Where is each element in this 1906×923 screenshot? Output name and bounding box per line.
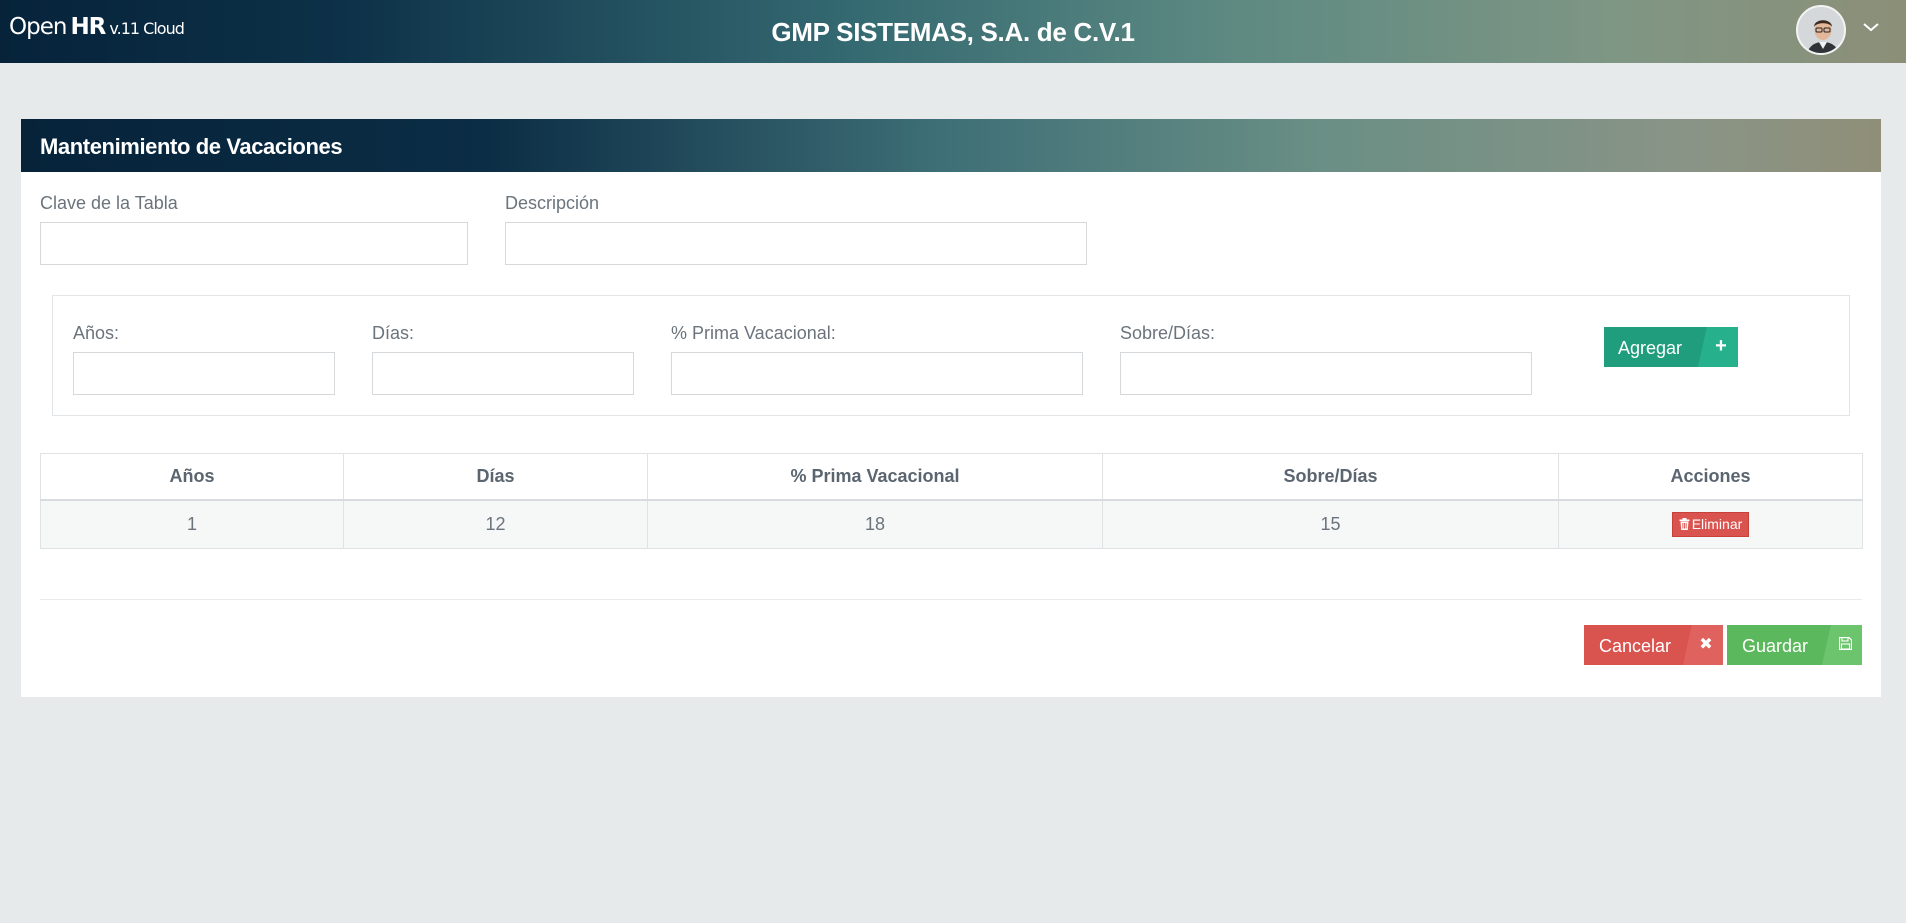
column-header-acciones: Acciones (1558, 453, 1863, 501)
descripcion-input[interactable] (505, 222, 1087, 265)
panel-heading: Mantenimiento de Vacaciones (21, 119, 1881, 172)
clave-input[interactable] (40, 222, 468, 265)
clave-label: Clave de la Tabla (40, 193, 178, 213)
save-icon (1822, 625, 1862, 665)
company-name: GMP SISTEMAS, S.A. de C.V.1 (771, 17, 1135, 47)
cell-anios: 1 (40, 499, 344, 549)
cell-sobre: 15 (1102, 499, 1559, 549)
dias-input[interactable] (372, 352, 634, 395)
plus-icon: + (1698, 327, 1738, 367)
prima-input[interactable] (671, 352, 1083, 395)
cancel-button[interactable]: Cancelar ✖ (1584, 625, 1723, 665)
save-button-label: Guardar (1742, 636, 1809, 656)
anios-label: Años: (73, 323, 120, 343)
trash-icon (1679, 517, 1690, 530)
table-header-row: Años Días % Prima Vacacional Sobre/Días … (40, 453, 1863, 501)
sobre-input[interactable] (1120, 352, 1532, 395)
chevron-down-icon[interactable] (1862, 18, 1880, 36)
column-header-prima[interactable]: % Prima Vacacional (647, 453, 1103, 501)
delete-button-label: Eliminar (1691, 515, 1743, 532)
user-avatar[interactable] (1796, 5, 1846, 55)
cancel-button-label: Cancelar (1599, 636, 1672, 656)
top-navbar: Open HR v.11 Cloud GMP SISTEMAS, S.A. de C… (0, 0, 1906, 63)
add-button[interactable]: Agregar + (1604, 327, 1738, 367)
panel-title: Mantenimiento de Vacaciones (40, 134, 343, 159)
footer-divider (40, 599, 1862, 600)
save-button[interactable]: Guardar (1727, 625, 1862, 665)
vacation-maintenance-panel: Mantenimiento de Vacaciones Clave de la … (21, 119, 1881, 697)
table-row: 1 12 18 15 Eliminar (40, 499, 1863, 549)
close-icon: ✖ (1683, 625, 1723, 665)
anios-input[interactable] (73, 352, 335, 395)
prima-label: % Prima Vacacional: (671, 323, 836, 343)
vacation-table: Años Días % Prima Vacacional Sobre/Días … (40, 453, 1863, 549)
add-button-label: Agregar (1618, 338, 1683, 358)
detail-entry-box: Años: Días: % Prima Vacacional: Sobre/Dí… (52, 295, 1850, 416)
delete-button[interactable]: Eliminar (1671, 511, 1750, 537)
column-header-anios[interactable]: Años (40, 453, 344, 501)
cell-dias: 12 (343, 499, 648, 549)
descripcion-label: Descripción (505, 193, 600, 213)
cell-prima: 18 (647, 499, 1103, 549)
column-header-sobre[interactable]: Sobre/Días (1102, 453, 1559, 501)
dias-label: Días: (372, 323, 415, 343)
column-header-dias[interactable]: Días (343, 453, 648, 501)
cell-acciones: Eliminar (1558, 499, 1863, 549)
sobre-label: Sobre/Días: (1120, 323, 1216, 343)
